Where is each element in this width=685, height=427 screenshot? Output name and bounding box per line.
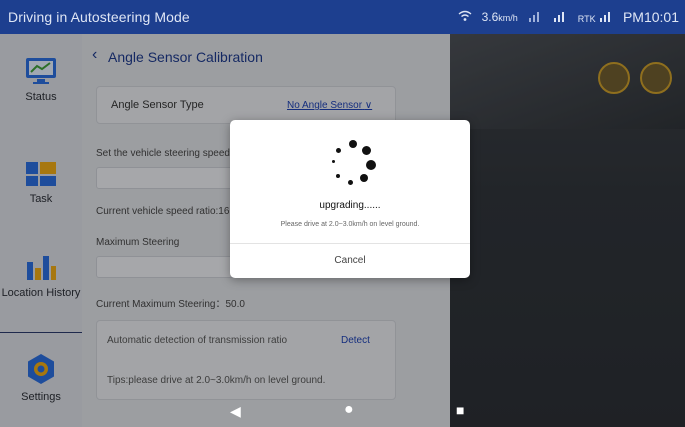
gps-signal-icon bbox=[552, 10, 568, 25]
wifi-icon bbox=[458, 10, 472, 25]
cancel-button[interactable]: Cancel bbox=[230, 244, 470, 278]
speed-readout: 3.6km/h bbox=[481, 10, 518, 24]
upgrade-status: upgrading...... bbox=[319, 200, 381, 211]
back-nav-icon[interactable]: ◀ bbox=[230, 403, 241, 420]
rtk-indicator: RTK bbox=[578, 10, 613, 25]
clock: PM10:01 bbox=[622, 9, 679, 25]
home-nav-icon[interactable]: ● bbox=[344, 401, 354, 419]
recents-nav-icon[interactable]: ■ bbox=[456, 402, 464, 418]
upgrade-dialog: upgrading...... Please drive at 2.0~3.0k… bbox=[230, 120, 470, 278]
signal-icon bbox=[528, 10, 542, 25]
system-navigation-bar: ◀ ● ■ bbox=[82, 397, 685, 427]
mode-title: Driving in Autosteering Mode bbox=[8, 9, 190, 25]
upgrade-hint: Please drive at 2.0~3.0km/h on level gro… bbox=[280, 221, 420, 228]
status-indicators: 3.6km/h RTK PM10:01 bbox=[458, 9, 679, 25]
loading-spinner-icon bbox=[324, 138, 378, 192]
status-bar: Driving in Autosteering Mode 3.6km/h RTK… bbox=[0, 0, 685, 34]
